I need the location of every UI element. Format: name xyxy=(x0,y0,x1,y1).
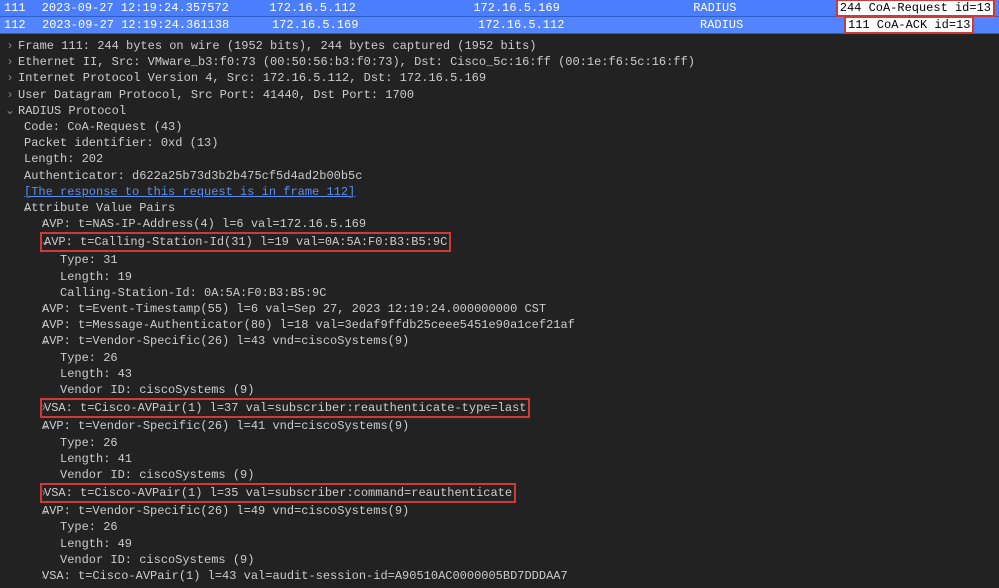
expand-icon[interactable]: ⌄ xyxy=(4,103,16,119)
collapse-icon[interactable]: › xyxy=(4,70,16,86)
vsa-cisco-avpair[interactable]: ›VSA: t=Cisco-AVPair(1) l=37 val=subscri… xyxy=(0,398,999,418)
avp-vendor-specific[interactable]: ⌄AVP: t=Vendor-Specific(26) l=41 vnd=cis… xyxy=(0,418,999,434)
expand-icon[interactable]: ⌄ xyxy=(4,234,40,250)
radius-packet-id: Packet identifier: 0xd (13) xyxy=(0,135,999,151)
vsa-cisco-avpair[interactable]: ›VSA: t=Cisco-AVPair(1) l=43 val=audit-s… xyxy=(0,568,999,584)
avp-container[interactable]: ⌄Attribute Value Pairs xyxy=(0,200,999,216)
vsa-cisco-avpair[interactable]: ›VSA: t=Cisco-AVPair(1) l=35 val=subscri… xyxy=(0,483,999,503)
avp-field-type: Type: 26 xyxy=(0,350,999,366)
avp-field-type: Type: 26 xyxy=(0,519,999,535)
col-time: 2023-09-27 12:19:24.361138 xyxy=(42,18,272,32)
packet-row[interactable]: 111 2023-09-27 12:19:24.357572 172.16.5.… xyxy=(0,0,999,17)
col-no: 112 xyxy=(4,18,42,32)
collapse-icon[interactable]: › xyxy=(4,216,40,232)
packet-list: 111 2023-09-27 12:19:24.357572 172.16.5.… xyxy=(0,0,999,34)
expand-icon[interactable]: ⌄ xyxy=(4,503,40,519)
col-dst: 172.16.5.112 xyxy=(478,18,700,32)
collapse-icon[interactable]: › xyxy=(4,485,40,501)
collapse-icon[interactable]: › xyxy=(4,54,16,70)
avp-field-vendor: Vendor ID: ciscoSystems (9) xyxy=(0,382,999,398)
avp-event-timestamp[interactable]: ›AVP: t=Event-Timestamp(55) l=6 val=Sep … xyxy=(0,301,999,317)
avp-field-vendor: Vendor ID: ciscoSystems (9) xyxy=(0,467,999,483)
info-highlight: 244 CoA-Request id=13 xyxy=(836,0,995,17)
udp-summary[interactable]: ›User Datagram Protocol, Src Port: 41440… xyxy=(0,87,999,103)
avp-field-value: Calling-Station-Id: 0A:5A:F0:B3:B5:9C xyxy=(0,285,999,301)
radius-length: Length: 202 xyxy=(0,151,999,167)
info-highlight: 111 CoA-ACK id=13 xyxy=(844,16,974,34)
frame-summary[interactable]: ›Frame 111: 244 bytes on wire (1952 bits… xyxy=(0,38,999,54)
radius-protocol[interactable]: ⌄RADIUS Protocol xyxy=(0,103,999,119)
radius-authenticator: Authenticator: d622a25b73d3b2b475cf5d4ad… xyxy=(0,168,999,184)
col-proto: RADIUS xyxy=(700,18,846,32)
packet-details-pane: ›Frame 111: 244 bytes on wire (1952 bits… xyxy=(0,34,999,588)
col-info: 244 CoA-Request id=13 xyxy=(838,1,995,15)
collapse-icon[interactable]: › xyxy=(4,317,40,333)
expand-icon[interactable]: ⌄ xyxy=(4,418,40,434)
avp-nas-ip[interactable]: ›AVP: t=NAS-IP-Address(4) l=6 val=172.16… xyxy=(0,216,999,232)
packet-row[interactable]: 112 2023-09-27 12:19:24.361138 172.16.5.… xyxy=(0,17,999,34)
avp-field-length: Length: 49 xyxy=(0,536,999,552)
col-time: 2023-09-27 12:19:24.357572 xyxy=(42,1,270,15)
expand-icon[interactable]: ⌄ xyxy=(4,333,40,349)
avp-field-length: Length: 43 xyxy=(0,366,999,382)
ethernet-summary[interactable]: ›Ethernet II, Src: VMware_b3:f0:73 (00:5… xyxy=(0,54,999,70)
avp-field-type: Type: 31 xyxy=(0,252,999,268)
collapse-icon[interactable]: › xyxy=(4,38,16,54)
expand-icon[interactable]: ⌄ xyxy=(4,200,22,216)
avp-field-type: Type: 26 xyxy=(0,435,999,451)
avp-vendor-specific[interactable]: ⌄AVP: t=Vendor-Specific(26) l=43 vnd=cis… xyxy=(0,333,999,349)
col-src: 172.16.5.112 xyxy=(269,1,473,15)
ip-summary[interactable]: ›Internet Protocol Version 4, Src: 172.1… xyxy=(0,70,999,86)
collapse-icon[interactable]: › xyxy=(4,301,40,317)
radius-response-link[interactable]: [The response to this request is in fram… xyxy=(0,184,999,200)
avp-field-length: Length: 19 xyxy=(0,269,999,285)
avp-message-authenticator[interactable]: ›AVP: t=Message-Authenticator(80) l=18 v… xyxy=(0,317,999,333)
col-proto: RADIUS xyxy=(693,1,838,15)
col-dst: 172.16.5.169 xyxy=(473,1,693,15)
avp-field-length: Length: 41 xyxy=(0,451,999,467)
avp-calling-station-id[interactable]: ⌄AVP: t=Calling-Station-Id(31) l=19 val=… xyxy=(0,232,999,252)
col-info: 111 CoA-ACK id=13 xyxy=(846,18,995,32)
radius-code: Code: CoA-Request (43) xyxy=(0,119,999,135)
col-no: 111 xyxy=(4,1,42,15)
collapse-icon[interactable]: › xyxy=(4,87,16,103)
avp-vendor-specific[interactable]: ⌄AVP: t=Vendor-Specific(26) l=49 vnd=cis… xyxy=(0,503,999,519)
collapse-icon[interactable]: › xyxy=(4,568,40,584)
collapse-icon[interactable]: › xyxy=(4,400,40,416)
col-src: 172.16.5.169 xyxy=(272,18,478,32)
avp-field-vendor: Vendor ID: ciscoSystems (9) xyxy=(0,552,999,568)
